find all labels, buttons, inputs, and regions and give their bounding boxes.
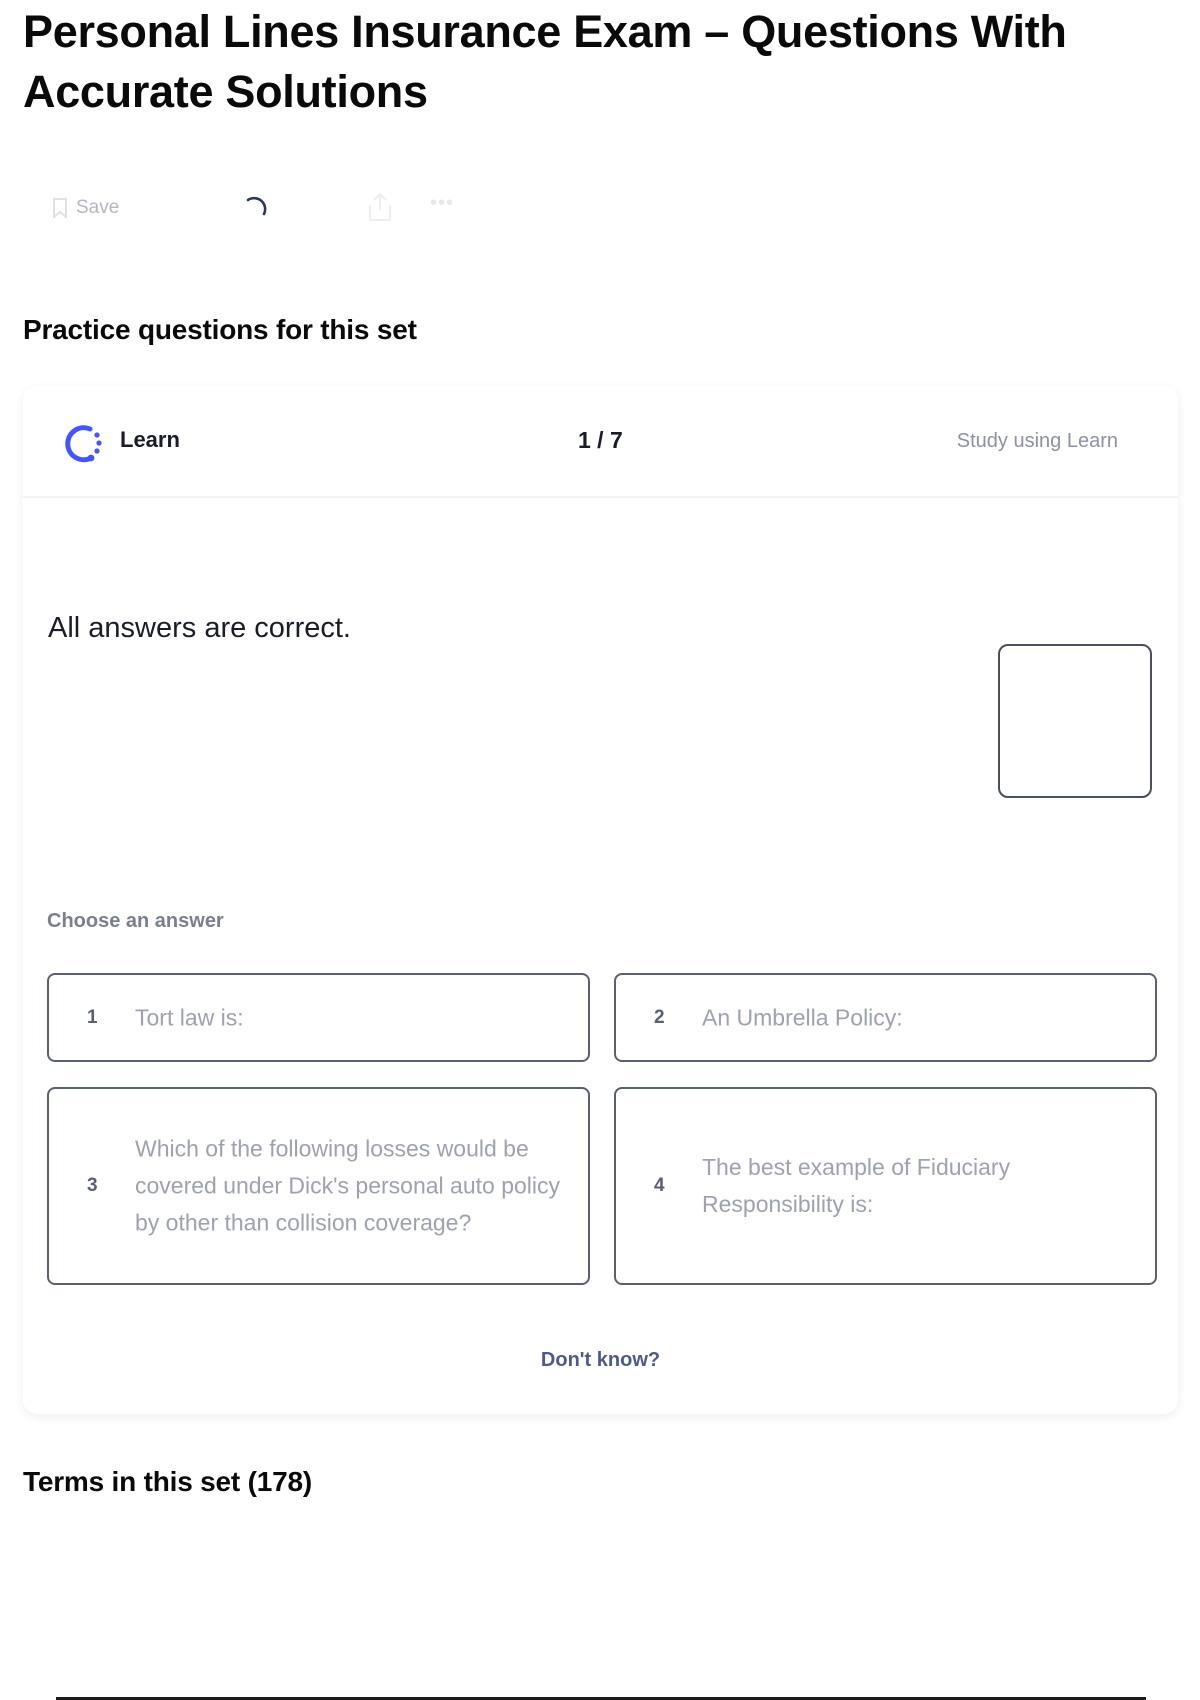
choose-answer-label: Choose an answer bbox=[47, 910, 224, 932]
page-title: Personal Lines Insurance Exam – Question… bbox=[23, 6, 1067, 117]
practice-card: Learn 1 / 7 Study using Learn All answer… bbox=[23, 386, 1178, 1414]
question-image-placeholder bbox=[998, 644, 1152, 798]
option-text: Which of the following losses would be c… bbox=[135, 1135, 561, 1236]
answer-option-3[interactable]: 3 Which of the following losses would be… bbox=[47, 1087, 590, 1285]
save-button[interactable]: Save bbox=[52, 188, 119, 228]
loading-spinner-icon bbox=[242, 192, 272, 227]
option-text: The best example of Fiduciary Responsibi… bbox=[702, 1154, 1011, 1217]
answer-option-2[interactable]: 2 An Umbrella Policy: bbox=[614, 973, 1157, 1062]
answer-option-4[interactable]: 4 The best example of Fiduciary Responsi… bbox=[614, 1087, 1157, 1285]
save-label: Save bbox=[76, 197, 120, 218]
bookmark-icon bbox=[52, 198, 68, 218]
practice-card-header: Learn 1 / 7 Study using Learn bbox=[23, 386, 1178, 498]
dont-know-button[interactable]: Don't know? bbox=[23, 1349, 1178, 1372]
option-text: Tort law is: bbox=[135, 1004, 244, 1030]
option-number: 3 bbox=[87, 1175, 98, 1196]
practice-heading: Practice questions for this set bbox=[23, 314, 417, 345]
option-number: 1 bbox=[87, 1006, 98, 1028]
option-number: 4 bbox=[654, 1175, 665, 1196]
study-using-learn-link[interactable]: Study using Learn bbox=[957, 430, 1118, 453]
terms-heading: Terms in this set (178) bbox=[23, 1466, 312, 1497]
answer-option-1[interactable]: 1 Tort law is: bbox=[47, 973, 590, 1062]
learn-mode-label: Learn bbox=[120, 427, 180, 452]
more-icon[interactable]: ••• bbox=[430, 192, 454, 215]
option-text: An Umbrella Policy: bbox=[702, 1004, 903, 1030]
question-progress: 1 / 7 bbox=[578, 427, 623, 453]
set-toolbar: Save ••• bbox=[52, 188, 512, 228]
share-icon[interactable] bbox=[366, 191, 394, 228]
option-number: 2 bbox=[654, 1006, 665, 1028]
learn-icon bbox=[60, 422, 104, 471]
question-text: All answers are correct. bbox=[48, 612, 351, 644]
